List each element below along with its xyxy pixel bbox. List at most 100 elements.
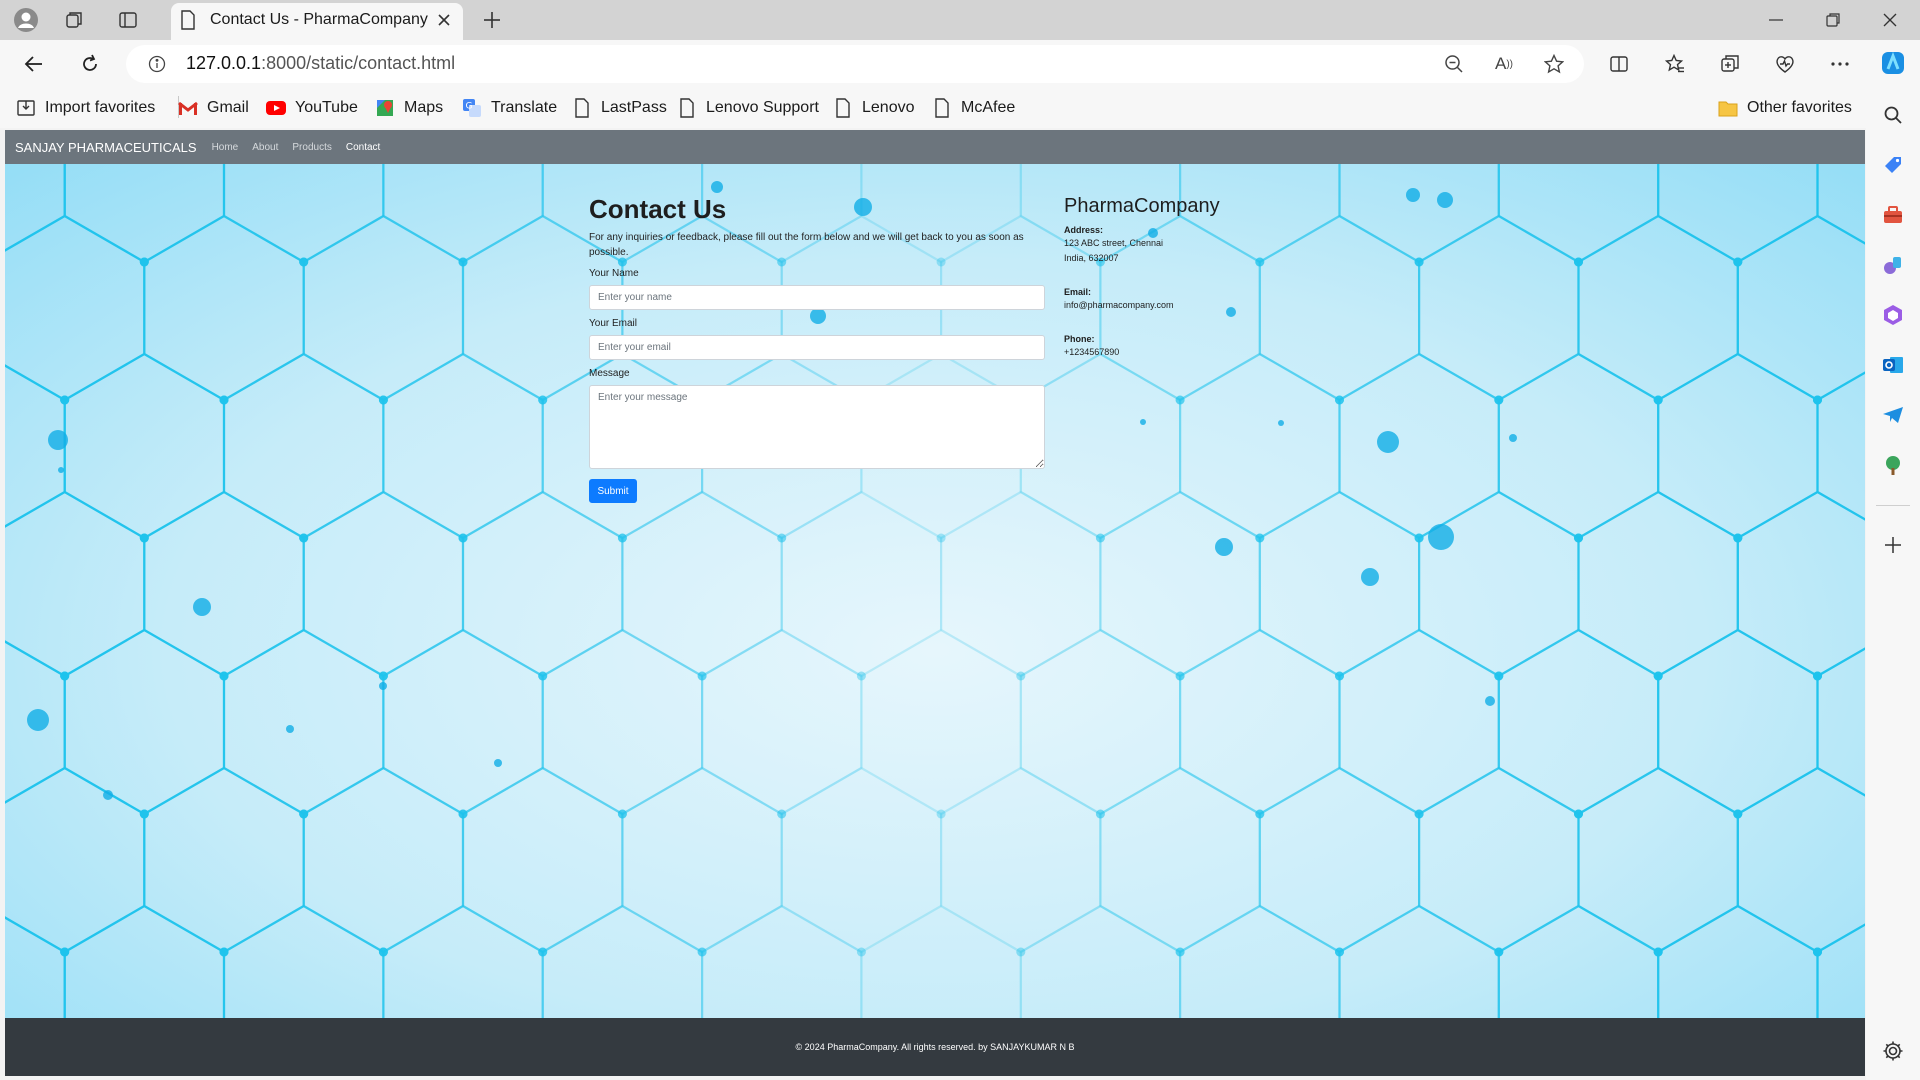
nav-products-link[interactable]: Products (292, 142, 331, 153)
node-dot (378, 395, 388, 405)
read-aloud-icon[interactable]: A)) (1492, 52, 1516, 76)
page-icon (833, 98, 853, 118)
nav-contact-link[interactable]: Contact (346, 142, 380, 153)
bookmark-label: Translate (491, 99, 558, 116)
node-dot (777, 533, 787, 543)
minimize-icon[interactable] (1752, 0, 1800, 40)
sidebar-tools-icon[interactable] (1876, 198, 1910, 232)
node-dot (1653, 395, 1663, 405)
other-favorites[interactable]: Other favorites (1718, 96, 1852, 120)
node-dot (1653, 947, 1663, 957)
site-brand[interactable]: SANJAY PHARMACEUTICALS (15, 140, 197, 155)
node-dot (378, 947, 388, 957)
node-dot (1653, 671, 1663, 681)
sidebar-outlook-icon[interactable] (1876, 348, 1910, 382)
node-dot (1095, 809, 1105, 819)
favorites-icon[interactable] (1663, 52, 1687, 76)
contact-intro: For any inquiries or feedback, please fi… (589, 232, 1024, 258)
sidebar-telegram-icon[interactable] (1876, 398, 1910, 432)
node-dot (1016, 671, 1026, 681)
copilot-icon[interactable] (1878, 48, 1908, 78)
node-dot (1335, 671, 1344, 681)
sidebar-shopping-icon[interactable] (1876, 148, 1910, 182)
bubble-dot (286, 725, 294, 733)
bookmark-import-favorites[interactable]: Import favorites (16, 96, 155, 120)
message-textarea[interactable] (589, 385, 1045, 469)
sidebar-office-icon[interactable] (1876, 298, 1910, 332)
name-label: Your Name (589, 268, 639, 279)
node-dot (60, 671, 70, 681)
tab-close-icon[interactable] (434, 10, 454, 30)
collections-icon[interactable] (1718, 52, 1742, 76)
node-dot (1414, 533, 1424, 543)
nav-about-link[interactable]: About (252, 142, 278, 153)
bubble-dot (1406, 188, 1420, 202)
back-icon[interactable] (22, 52, 46, 76)
edge-sidebar (1866, 88, 1920, 1080)
address-line-1: 123 ABC street, Chennai (1064, 238, 1164, 248)
split-screen-icon[interactable] (1607, 52, 1631, 76)
site-info-icon[interactable] (146, 53, 168, 75)
sidebar-settings-icon[interactable] (1876, 1034, 1910, 1068)
window-close-icon[interactable] (1866, 0, 1914, 40)
node-dot (1494, 947, 1504, 957)
refresh-icon[interactable] (78, 52, 102, 76)
bookmark-youtube[interactable]: YouTube (266, 96, 358, 120)
add-favorite-star-icon[interactable] (1542, 52, 1566, 76)
more-menu-icon[interactable] (1828, 52, 1852, 76)
url-text[interactable]: 127.0.0.1:8000/static/contact.html (186, 53, 455, 74)
bookmark-label: Maps (404, 99, 444, 116)
bookmark-lastpass[interactable]: LastPass (572, 96, 667, 120)
sidebar-tree-icon[interactable] (1876, 448, 1910, 482)
browser-essentials-icon[interactable] (1773, 52, 1797, 76)
bookmark-label: YouTube (295, 99, 358, 116)
vertical-tabs-icon[interactable] (116, 8, 140, 32)
bookmark-lenovo[interactable]: Lenovo (833, 96, 915, 120)
bookmark-translate[interactable]: G Translate (462, 96, 557, 120)
node-dot (1494, 671, 1504, 681)
svg-text:G: G (466, 102, 473, 112)
bookmark-label: LastPass (601, 99, 667, 116)
page-title: Contact Us (589, 194, 727, 224)
node-dot (1494, 395, 1504, 405)
bubble-dot (1428, 524, 1454, 550)
node-dot (1733, 533, 1743, 543)
submit-button[interactable]: Submit (589, 479, 637, 503)
nav-home-link[interactable]: Home (212, 142, 239, 153)
bubble-dot (27, 709, 49, 731)
page-viewport: SANJAY PHARMACEUTICALS Home About Produc… (5, 130, 1865, 1076)
translate-icon: G (462, 98, 482, 118)
bookmark-maps[interactable]: Maps (375, 96, 443, 120)
new-tab-icon[interactable] (480, 8, 504, 32)
node-dot (1016, 947, 1026, 957)
node-dot (856, 671, 866, 681)
name-input[interactable] (589, 285, 1045, 310)
sidebar-games-icon[interactable] (1876, 248, 1910, 282)
bubble-dot (193, 598, 211, 616)
bookmark-lenovo-support[interactable]: Lenovo Support (677, 96, 819, 120)
bookmark-gmail[interactable]: Gmail (178, 96, 249, 120)
node-dot (1574, 809, 1583, 819)
workspaces-icon[interactable] (62, 8, 86, 32)
sidebar-add-icon[interactable] (1876, 528, 1910, 562)
bubble-dot (1377, 431, 1399, 453)
bubble-dot (1361, 568, 1379, 586)
email-label: Your Email (589, 318, 637, 329)
node-dot (458, 533, 468, 543)
node-dot (219, 671, 229, 681)
company-name: PharmaCompany (1064, 195, 1220, 217)
node-dot (617, 533, 627, 543)
node-dot (1813, 395, 1822, 405)
email-input[interactable] (589, 335, 1045, 360)
zoom-out-icon[interactable] (1442, 52, 1466, 76)
restore-icon[interactable] (1809, 0, 1857, 40)
profile-icon[interactable] (12, 6, 40, 34)
node-dot (139, 809, 149, 819)
sidebar-search-icon[interactable] (1876, 98, 1910, 132)
node-dot (378, 671, 388, 681)
node-dot (538, 947, 548, 957)
sidebar-separator (1876, 505, 1910, 506)
bookmark-mcafee[interactable]: McAfee (932, 96, 1015, 120)
gmail-icon (178, 98, 198, 118)
page-icon (677, 98, 697, 118)
